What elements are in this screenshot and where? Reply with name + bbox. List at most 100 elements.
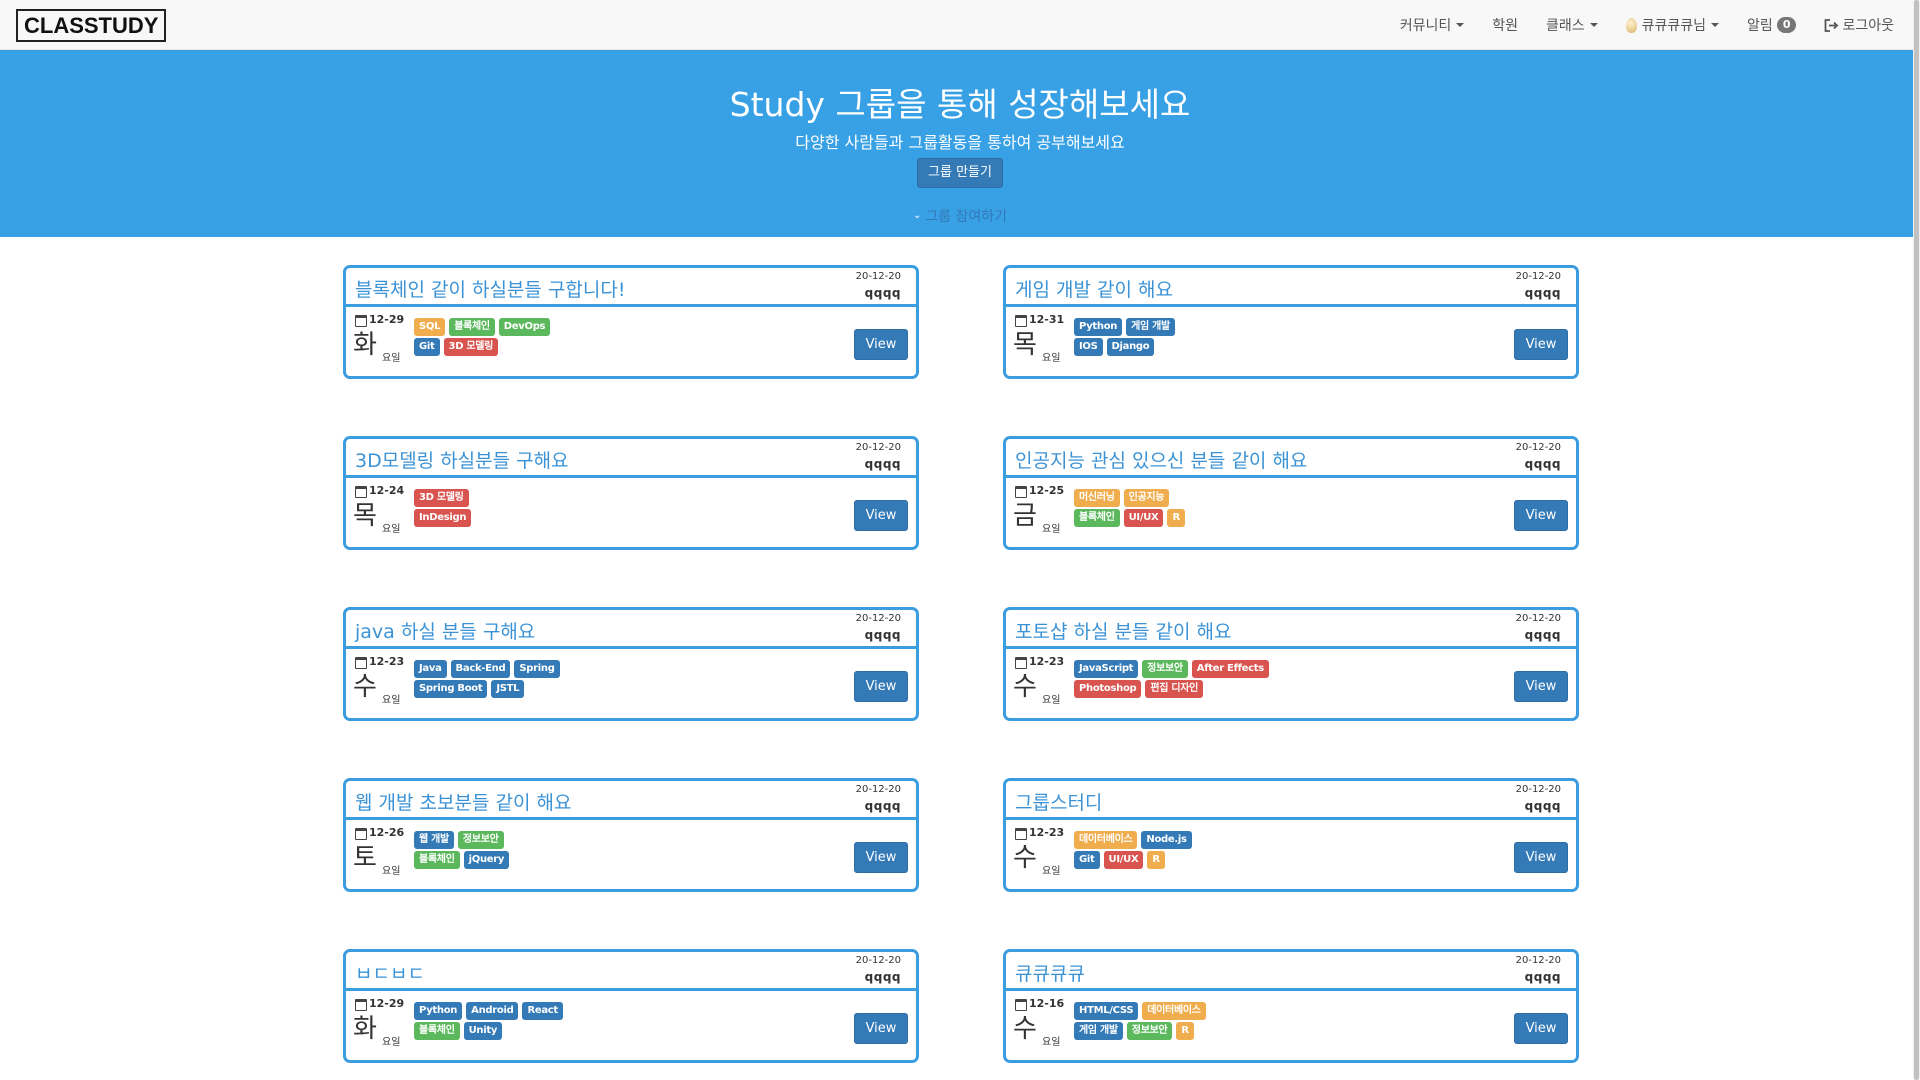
card-weekday-suffix: 요일 <box>382 524 401 535</box>
card-header: 블록체인 같이 하실분들 구합니다! 20-12-20 qqqq <box>346 268 916 307</box>
calendar-icon <box>1015 657 1027 669</box>
card-meeting-date: 12-25 <box>1029 484 1065 497</box>
calendar-icon <box>1015 486 1027 498</box>
nav-academy-link[interactable]: 학원 <box>1492 15 1518 35</box>
view-button[interactable]: View <box>854 842 908 873</box>
skill-tag: InDesign <box>414 509 472 527</box>
skill-tag: 인공지능 <box>1123 489 1170 507</box>
card-author: qqqq <box>864 286 901 300</box>
card-header: java 하실 분들 구해요 20-12-20 qqqq <box>346 610 916 649</box>
skill-tag: Python <box>1074 318 1123 336</box>
double-chevron-down-icon: ⌄ <box>912 210 922 221</box>
view-button[interactable]: View <box>854 500 908 531</box>
caret-down-icon <box>1589 23 1598 27</box>
card-weekday-suffix: 요일 <box>1042 353 1061 364</box>
card-header: 웹 개발 초보분들 같이 해요 20-12-20 qqqq <box>346 781 916 820</box>
card-meeting-date: 12-31 <box>1029 313 1065 326</box>
skill-tag: JSTL <box>491 680 525 698</box>
study-group-card: 블록체인 같이 하실분들 구합니다! 20-12-20 qqqq 12-29 화 요일 SQ… <box>343 265 919 379</box>
card-weekday: 목 <box>1013 330 1037 360</box>
calendar-icon <box>1015 315 1027 327</box>
skill-tag: 웹 개발 <box>414 831 454 849</box>
join-group-link[interactable]: ⌄ 그룹 참여하기 <box>0 206 1920 226</box>
skill-tag: R <box>1147 851 1165 869</box>
scrollbar-thumb[interactable] <box>1914 0 1919 1080</box>
card-title[interactable]: 포토샵 하실 분들 같이 해요 <box>1015 617 1231 644</box>
nav-user-dropdown[interactable]: 큐큐큐큐님 <box>1625 15 1720 35</box>
tag-row: 데이터베이스 Node.js <box>1074 831 1374 851</box>
nav-logout-link[interactable]: 로그아웃 <box>1824 15 1894 35</box>
card-title[interactable]: 웹 개발 초보분들 같이 해요 <box>355 788 571 815</box>
card-weekday: 화 <box>353 330 377 360</box>
tag-row: 블록체인 UI/UX R <box>1074 509 1374 529</box>
view-button[interactable]: View <box>1514 500 1568 531</box>
create-group-button[interactable]: 그룹 만들기 <box>917 158 1003 188</box>
view-button[interactable]: View <box>854 1013 908 1044</box>
card-title[interactable]: 인공지능 관심 있으신 분들 같이 해요 <box>1015 446 1307 473</box>
tag-row: InDesign <box>414 509 714 529</box>
tag-row: Git 3D 모델링 <box>414 338 714 358</box>
skill-tag: DevOps <box>498 318 551 336</box>
calendar-icon <box>355 315 367 327</box>
card-created-date: 20-12-20 <box>1515 955 1561 966</box>
page-scrollbar[interactable] <box>1913 0 1920 1080</box>
tag-row: SQL 블록체인 DevOps <box>414 318 714 338</box>
card-weekday: 수 <box>1013 1014 1037 1044</box>
card-title[interactable]: 그룹스터디 <box>1015 788 1102 815</box>
card-author: qqqq <box>864 628 901 642</box>
view-button[interactable]: View <box>854 329 908 360</box>
tag-row: Java Back-End Spring <box>414 660 714 680</box>
skill-tag: 데이터베이스 <box>1074 831 1138 849</box>
alarm-count-badge: 0 <box>1776 17 1797 33</box>
tag-row: IOS Django <box>1074 338 1374 358</box>
view-button[interactable]: View <box>854 671 908 702</box>
card-created-date: 20-12-20 <box>855 955 901 966</box>
view-button[interactable]: View <box>1514 1013 1568 1044</box>
card-weekday: 목 <box>353 501 377 531</box>
card-title[interactable]: 게임 개발 같이 해요 <box>1015 275 1173 302</box>
card-tags: Python 게임 개발 IOS Django <box>1074 318 1374 358</box>
card-title[interactable]: 3D모델링 하실분들 구해요 <box>355 446 569 473</box>
calendar-icon <box>1015 828 1027 840</box>
card-title[interactable]: ㅂㄷㅂㄷ <box>355 959 425 986</box>
study-group-card: 포토샵 하실 분들 같이 해요 20-12-20 qqqq 12-23 수 요일 JavaS… <box>1003 607 1579 721</box>
card-title[interactable]: 큐큐큐큐 <box>1015 959 1085 986</box>
view-button[interactable]: View <box>1514 842 1568 873</box>
skill-tag: Android <box>466 1002 519 1020</box>
card-meeting-date: 12-24 <box>369 484 405 497</box>
skill-tag: HTML/CSS <box>1074 1002 1139 1020</box>
view-button[interactable]: View <box>1514 329 1568 360</box>
skill-tag: Git <box>414 338 440 356</box>
tag-row: 웹 개발 정보보안 <box>414 831 714 851</box>
hero-banner: Study 그룹을 통해 성장해보세요 다양한 사람들과 그룹활동을 통하여 공… <box>0 50 1920 237</box>
nav-alarm-link[interactable]: 알림 0 <box>1747 15 1797 35</box>
nav-menu: 커뮤니티 학원 클래스 큐큐큐큐님 알림 0 로그아웃 <box>1372 0 1894 50</box>
card-tags: Python Android React 블록체인 Unity <box>414 1002 714 1042</box>
skill-tag: 블록체인 <box>1074 509 1120 527</box>
nav-community-dropdown[interactable]: 커뮤니티 <box>1400 15 1465 35</box>
card-weekday-suffix: 요일 <box>1042 1037 1061 1048</box>
card-title[interactable]: 블록체인 같이 하실분들 구합니다! <box>355 275 625 302</box>
card-author: qqqq <box>1524 457 1561 471</box>
caret-down-icon <box>1711 23 1720 27</box>
card-title[interactable]: java 하실 분들 구해요 <box>355 617 535 644</box>
skill-tag: 게임 개발 <box>1074 1022 1123 1040</box>
skill-tag: jQuery <box>463 851 510 869</box>
card-header: 큐큐큐큐 20-12-20 qqqq <box>1006 952 1576 991</box>
tag-row: JavaScript 정보보안 After Effects <box>1074 660 1374 680</box>
view-button[interactable]: View <box>1514 671 1568 702</box>
site-logo[interactable]: CLASSTUDY <box>16 9 167 42</box>
skill-tag: Spring Boot <box>414 680 488 698</box>
card-created-date: 20-12-20 <box>1515 784 1561 795</box>
card-author: qqqq <box>1524 286 1561 300</box>
skill-tag: 편집 디자인 <box>1145 680 1204 698</box>
study-group-card: java 하실 분들 구해요 20-12-20 qqqq 12-23 수 요일 Java Ba… <box>343 607 919 721</box>
skill-tag: Node.js <box>1141 831 1192 849</box>
card-created-date: 20-12-20 <box>1515 271 1561 282</box>
tag-row: Spring Boot JSTL <box>414 680 714 700</box>
nav-logout-label: 로그아웃 <box>1842 18 1894 34</box>
skill-tag: 정보보안 <box>457 831 504 849</box>
skill-tag: UI/UX <box>1123 509 1164 527</box>
nav-class-dropdown[interactable]: 클래스 <box>1546 15 1598 35</box>
card-meeting-date: 12-29 <box>369 313 405 326</box>
